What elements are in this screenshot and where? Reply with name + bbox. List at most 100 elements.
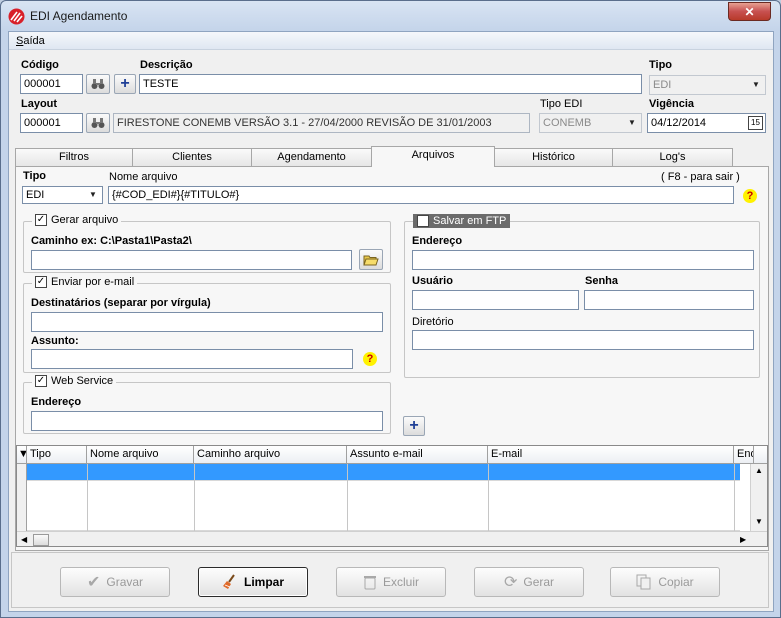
binoculars-icon [91, 79, 105, 89]
app-window: EDI Agendamento ✕ Saída Código 000001 + … [0, 0, 781, 618]
destinatarios-label: Destinatários (separar por vírgula) [31, 297, 211, 309]
gerar-arquivo-title: ✓ Gerar arquivo [32, 214, 122, 226]
tipo-edi-select[interactable]: CONEMB ▼ [539, 113, 642, 133]
caminho-field[interactable] [31, 250, 352, 270]
scroll-left-icon[interactable]: ◀ [21, 535, 27, 544]
add-codigo-button[interactable]: + [114, 74, 136, 94]
checkmark-icon: ✔ [86, 574, 101, 591]
chevron-down-icon: ▼ [752, 80, 760, 89]
plus-icon: + [120, 75, 130, 92]
web-service-endereco-label: Endereço [31, 396, 82, 408]
caminho-label: Caminho ex: C:\Pasta1\Pasta2\ [31, 235, 192, 247]
limpar-label: Limpar [243, 575, 284, 589]
layout-code-field[interactable]: 000001 [20, 113, 83, 133]
broom-icon [222, 574, 235, 589]
tipo-edi-select-value: CONEMB [543, 117, 592, 129]
salvar-ftp-checkbox[interactable]: ✓ [417, 215, 429, 227]
tab-clientes[interactable]: Clientes [132, 148, 252, 166]
enviar-email-title: ✓ Enviar por e-mail [32, 276, 138, 288]
app-logo-icon [8, 8, 25, 25]
chevron-down-icon: ▼ [89, 190, 97, 199]
arquivo-tipo-value: EDI [26, 189, 45, 201]
tab-arquivos[interactable]: Arquivos [371, 146, 495, 167]
table-row[interactable] [27, 481, 740, 531]
col-assunto-email[interactable]: Assunto e-mail [347, 446, 488, 464]
destinatarios-field[interactable] [31, 312, 383, 332]
salvar-ftp-label: Salvar em FTP [433, 215, 507, 227]
ftp-usuario-field[interactable] [412, 290, 579, 310]
scroll-right-icon[interactable]: ▶ [740, 535, 746, 544]
row-indicator-column [17, 464, 27, 531]
copiar-button[interactable]: Copiar [610, 567, 720, 597]
codigo-field[interactable]: 000001 [20, 74, 83, 94]
enviar-email-group: ✓ Enviar por e-mail Destinatários (separ… [23, 276, 391, 373]
tab-historico[interactable]: Histórico [494, 148, 613, 166]
tipo-select[interactable]: EDI ▼ [649, 75, 766, 95]
ftp-diretorio-field[interactable] [412, 330, 754, 350]
col-caminho-arquivo[interactable]: Caminho arquivo [194, 446, 347, 464]
gerar-button[interactable]: ⟳ Gerar [474, 567, 584, 597]
help-icon[interactable]: ? [363, 352, 377, 366]
tipo-label: Tipo [649, 59, 673, 71]
gerar-arquivo-checkbox[interactable]: ✓ [35, 214, 47, 226]
web-service-title: ✓ Web Service [32, 375, 117, 387]
scroll-down-icon[interactable]: ▼ [755, 517, 763, 526]
plus-icon: + [409, 417, 419, 434]
ftp-usuario-label: Usuário [412, 275, 453, 287]
tipo-edi-label: Tipo EDI [540, 98, 583, 110]
menu-bar: Saída [9, 32, 773, 50]
folder-open-icon [363, 255, 379, 265]
tab-strip: Filtros Clientes Agendamento Arquivos Hi… [15, 146, 767, 167]
help-icon[interactable]: ? [743, 189, 757, 203]
gerar-label: Gerar [523, 575, 555, 589]
scroll-up-icon[interactable]: ▲ [755, 466, 763, 475]
web-service-group: ✓ Web Service Endereço [23, 375, 391, 434]
gravar-button[interactable]: ✔ Gravar [60, 567, 170, 597]
browse-folder-button[interactable] [359, 249, 383, 270]
close-button[interactable]: ✕ [728, 2, 771, 21]
search-layout-button[interactable] [86, 113, 110, 133]
ftp-endereco-label: Endereço [412, 235, 463, 247]
excluir-label: Excluir [382, 575, 419, 589]
col-tipo[interactable]: Tipo [27, 446, 87, 464]
vertical-scrollbar[interactable]: ▲ ▼ [750, 464, 767, 531]
codigo-label: Código [21, 59, 59, 71]
ftp-endereco-field[interactable] [412, 250, 754, 270]
excluir-button[interactable]: Excluir [336, 567, 446, 597]
scroll-thumb[interactable] [33, 534, 49, 546]
descricao-label: Descrição [140, 59, 193, 71]
tab-logs[interactable]: Log's [612, 148, 733, 166]
ftp-senha-field[interactable] [584, 290, 754, 310]
descricao-field[interactable]: TESTE [139, 74, 642, 94]
tab-agendamento[interactable]: Agendamento [251, 148, 372, 166]
chevron-down-icon: ▼ [628, 118, 636, 127]
calendar-icon[interactable]: 15 [748, 116, 763, 130]
web-service-checkbox[interactable]: ✓ [35, 375, 47, 387]
horizontal-scrollbar[interactable]: ◀ ▶ [17, 531, 767, 546]
vigencia-label: Vigência [649, 98, 695, 110]
table-row[interactable] [27, 464, 740, 481]
menu-item-saida[interactable]: Saída [16, 35, 45, 47]
arquivo-tipo-select[interactable]: EDI ▼ [22, 186, 103, 204]
assunto-field[interactable] [31, 349, 353, 369]
web-service-endereco-field[interactable] [31, 411, 383, 431]
add-file-button[interactable]: + [403, 416, 425, 436]
search-codigo-button[interactable] [86, 74, 110, 94]
ftp-senha-label: Senha [585, 275, 619, 287]
gravar-label: Gravar [106, 575, 144, 589]
trash-icon [363, 576, 376, 590]
copiar-label: Copiar [658, 575, 694, 589]
enviar-email-checkbox[interactable]: ✓ [35, 276, 47, 288]
limpar-button[interactable]: Limpar [198, 567, 308, 597]
tipo-select-value: EDI [653, 79, 672, 91]
tab-filtros[interactable]: Filtros [15, 148, 133, 166]
vigencia-date-field[interactable]: 04/12/2014 15 [647, 113, 766, 133]
salvar-ftp-group: ✓ Salvar em FTP Endereço Usuário Senha D… [404, 214, 760, 378]
arquivos-grid[interactable]: ▼ Tipo Nome arquivo Caminho arquivo Assu… [16, 445, 768, 547]
col-endereco[interactable]: End [734, 446, 754, 464]
nome-arquivo-field[interactable]: {#COD_EDI#}{#TITULO#} [108, 186, 734, 204]
col-nome-arquivo[interactable]: Nome arquivo [87, 446, 194, 464]
client-area: Saída Código 000001 + Descrição TESTE Ti… [8, 31, 774, 612]
grid-header: ▼ Tipo Nome arquivo Caminho arquivo Assu… [17, 446, 767, 464]
col-email[interactable]: E-mail [488, 446, 734, 464]
